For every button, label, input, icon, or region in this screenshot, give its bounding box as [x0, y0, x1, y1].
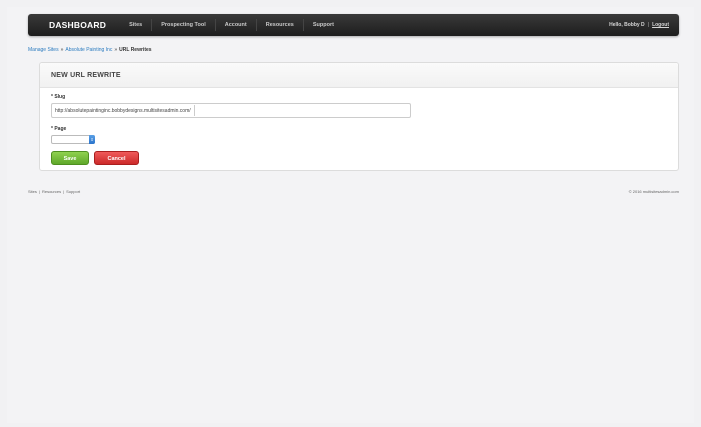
- page-select[interactable]: ⇕: [51, 135, 95, 144]
- footer-link-support[interactable]: Support: [66, 189, 80, 194]
- top-nav-bar: DASHBOARD Sites Prospecting Tool Account…: [28, 14, 679, 36]
- breadcrumb-separator: »: [60, 47, 64, 53]
- breadcrumb-separator: »: [114, 47, 118, 53]
- panel-title: NEW URL REWRITE: [51, 71, 121, 79]
- page-label: * Page: [51, 126, 67, 132]
- logout-link[interactable]: Logout: [652, 22, 669, 28]
- save-button[interactable]: Save: [51, 151, 89, 165]
- footer-link-sites[interactable]: Sites: [28, 189, 37, 194]
- user-separator: |: [647, 22, 650, 28]
- footer-separator: |: [38, 189, 40, 194]
- breadcrumb-manage-sites[interactable]: Manage Sites: [28, 47, 59, 53]
- nav-item-account[interactable]: Account: [214, 19, 256, 31]
- footer-link-resources[interactable]: Resources: [42, 189, 61, 194]
- nav-item-resources[interactable]: Resources: [255, 19, 303, 31]
- footer-copyright: © 2016 multisitesadmin.com: [628, 189, 679, 194]
- main-nav: Sites Prospecting Tool Account Resources…: [120, 14, 343, 36]
- slug-input[interactable]: [193, 105, 408, 116]
- nav-item-prospecting-tool[interactable]: Prospecting Tool: [151, 19, 215, 31]
- nav-item-sites[interactable]: Sites: [120, 19, 151, 31]
- breadcrumb-site[interactable]: Absolute Painting Inc: [65, 47, 112, 53]
- footer-links: Sites | Resources | Support: [28, 189, 80, 194]
- breadcrumb: Manage Sites » Absolute Painting Inc » U…: [28, 47, 152, 53]
- nav-item-support[interactable]: Support: [302, 19, 343, 31]
- footer-separator: |: [63, 189, 65, 194]
- slug-label: * Slug: [51, 94, 66, 100]
- new-url-rewrite-panel: NEW URL REWRITE * Slug http://absolutepa…: [39, 62, 679, 171]
- user-greeting: Hello, Bobby D: [609, 22, 645, 28]
- slug-field-group: http://absolutepaintinginc.bobbydesigns.…: [51, 103, 411, 118]
- dashboard-logo[interactable]: DASHBOARD: [49, 20, 106, 30]
- user-menu: Hello, Bobby D | Logout: [609, 22, 669, 28]
- select-arrow-icon: ⇕: [89, 135, 95, 144]
- breadcrumb-current: URL Rewrites: [119, 47, 152, 53]
- slug-prefix: http://absolutepaintinginc.bobbydesigns.…: [55, 107, 191, 114]
- panel-header: NEW URL REWRITE: [40, 63, 678, 88]
- cancel-button[interactable]: Cancel: [94, 151, 139, 165]
